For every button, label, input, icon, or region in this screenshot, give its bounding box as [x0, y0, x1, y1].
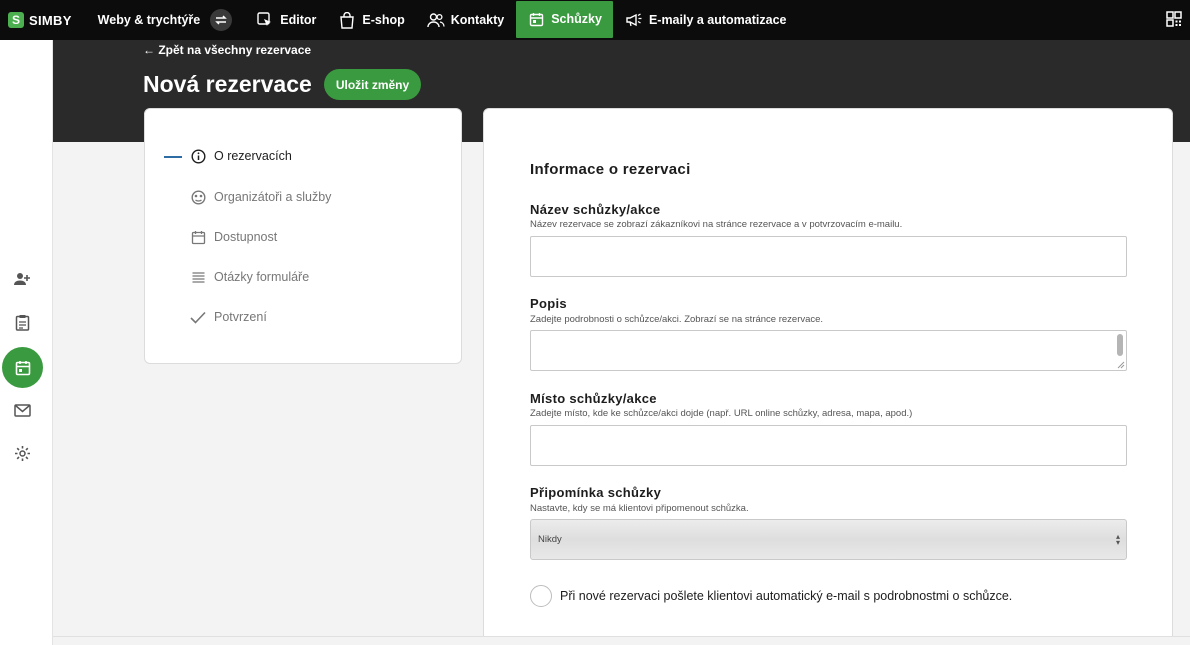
top-navigation: S SIMBY Weby & trychtýře Editor E-shop K… [0, 0, 1190, 40]
step-label: Dostupnost [214, 230, 278, 244]
location-label: Místo schůzky/akce [530, 391, 657, 406]
nav-item-emaily[interactable]: E-maily a automatizace [625, 0, 787, 40]
select-arrows-icon: ▴ ▾ [1115, 532, 1120, 547]
step-organizatori[interactable]: Organizátoři a služby [190, 189, 331, 205]
page-title: Nová rezervace [143, 71, 312, 97]
person-add-icon [14, 273, 30, 285]
logo[interactable]: S SIMBY [8, 12, 72, 28]
description-textarea[interactable] [530, 330, 1127, 371]
auto-email-option[interactable]: Při nové rezervaci pošlete klientovi aut… [530, 585, 1012, 607]
save-button[interactable]: Uložit změny [324, 69, 421, 100]
nav-item-label: Schůzky [551, 12, 602, 26]
checkmark-icon [190, 309, 206, 325]
mail-icon [13, 403, 31, 417]
rail-calendar-button[interactable] [2, 347, 43, 388]
reminder-hint: Nastavte, kdy se má klientovi připomenou… [530, 503, 749, 514]
reminder-selected-value: Nikdy [538, 534, 562, 545]
description-label: Popis [530, 296, 567, 311]
gear-icon [14, 445, 30, 461]
name-input[interactable] [530, 236, 1127, 277]
logo-text: SIMBY [29, 12, 72, 28]
nav-item-label: Weby & trychtýře [97, 13, 201, 27]
auto-email-checkbox[interactable] [530, 585, 552, 607]
description-hint: Zadejte podrobnosti o schůzce/akci. Zobr… [530, 314, 824, 325]
step-label: Potvrzení [214, 310, 267, 324]
nav-item-kontakty[interactable]: Kontakty [427, 0, 504, 40]
list-icon [190, 269, 206, 285]
auto-email-label: Při nové rezervaci pošlete klientovi aut… [560, 589, 1013, 603]
form-card: Informace o rezervaci Název schůzky/akce… [483, 108, 1173, 645]
step-otazky[interactable]: Otázky formuláře [190, 269, 309, 285]
name-label: Název schůzky/akce [530, 202, 661, 217]
step-label: Organizátoři a služby [214, 190, 332, 204]
step-potvrzeni[interactable]: Potvrzení [190, 309, 267, 325]
apps-grid-icon[interactable] [1166, 11, 1182, 27]
megaphone-icon [625, 11, 643, 29]
reminder-label: Připomínka schůzky [530, 485, 662, 500]
location-hint: Zadejte místo, kde ke schůzce/akci dojde… [530, 408, 913, 419]
step-o-rezervacich[interactable]: O rezervacích [190, 148, 292, 164]
swap-arrows-icon [215, 15, 228, 25]
reminder-select[interactable]: Nikdy ▴ ▾ [530, 519, 1127, 560]
textarea-scrollbar[interactable] [1117, 334, 1123, 356]
nav-item-label: E-shop [362, 13, 405, 27]
nav-item-weby[interactable]: Weby & trychtýře [98, 0, 201, 40]
info-icon [190, 148, 206, 164]
rail-mail-button[interactable] [12, 400, 32, 420]
logo-mark: S [8, 12, 24, 28]
calendar-icon [527, 10, 545, 28]
step-label: Otázky formuláře [214, 270, 310, 284]
nav-item-editor[interactable]: Editor [256, 0, 316, 40]
clipboard-icon [15, 314, 29, 331]
nav-item-label: E-maily a automatizace [648, 13, 787, 27]
rail-settings-button[interactable] [12, 443, 32, 463]
location-input[interactable] [530, 425, 1127, 466]
contacts-icon [427, 11, 445, 29]
nav-item-schuzky[interactable]: Schůzky [516, 0, 613, 38]
section-title: Informace o rezervaci [530, 161, 691, 178]
shopping-bag-icon [338, 11, 356, 29]
nav-item-label: Kontakty [450, 13, 505, 27]
organizers-icon [190, 189, 206, 205]
steps-card: O rezervacích Organizátoři a služby Dost… [144, 108, 462, 364]
rail-contacts-button[interactable] [12, 269, 32, 289]
side-rail [0, 40, 53, 645]
back-link[interactable]: ← Zpět na všechny rezervace [143, 43, 311, 57]
calendar-icon [15, 360, 30, 375]
rail-orders-button[interactable] [12, 312, 32, 332]
active-step-indicator [164, 156, 182, 158]
editor-icon [256, 11, 274, 29]
step-dostupnost[interactable]: Dostupnost [190, 229, 277, 245]
page-footer-strip [53, 636, 1190, 645]
switch-project-button[interactable] [210, 9, 233, 31]
name-hint: Název rezervace se zobrazí zákazníkovi n… [530, 219, 903, 230]
nav-item-eshop[interactable]: E-shop [338, 0, 405, 40]
calendar-icon [190, 229, 206, 245]
step-label: O rezervacích [214, 149, 292, 163]
resize-grip-icon[interactable] [1117, 361, 1125, 369]
nav-item-label: Editor [280, 13, 317, 27]
